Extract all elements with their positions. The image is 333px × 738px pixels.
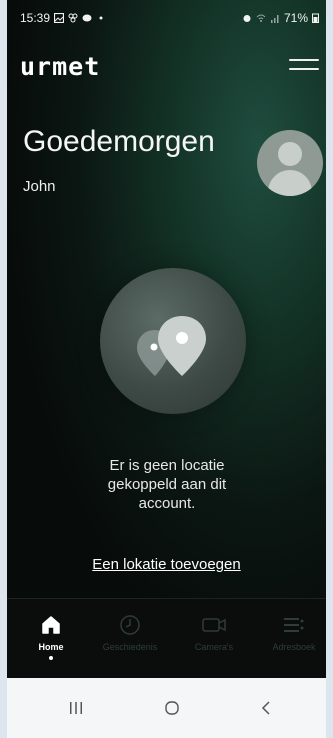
app-screen: 15:39 71% urmet Goedemorgen John Er is g…: [0, 0, 333, 738]
nav-cameras-label: Camera's: [194, 642, 234, 652]
bottom-navigation: Home Geschiedenis Camera's Adresboek: [0, 598, 333, 679]
back-button[interactable]: [246, 696, 286, 720]
location-illustration: [100, 268, 246, 414]
nav-history-label: Geschiedenis: [102, 642, 158, 652]
greeting-title: Goedemorgen: [23, 125, 215, 158]
chat-notification-icon: [82, 14, 92, 22]
recent-apps-button[interactable]: [56, 696, 96, 720]
more-notifications-icon: [99, 16, 103, 20]
top-bar: urmet: [20, 52, 319, 81]
device-frame-left: [0, 0, 7, 738]
address-book-icon: [284, 618, 304, 632]
add-location-link[interactable]: Een lokatie toevoegen: [0, 556, 333, 573]
nav-address-book[interactable]: Adresboek: [254, 614, 333, 652]
battery-level: 71%: [283, 11, 308, 25]
home-circle-icon: [165, 701, 179, 715]
avatar-head-icon: [278, 142, 302, 166]
user-name: John: [23, 178, 56, 195]
home-icon: [42, 616, 60, 634]
menu-line-icon: [289, 68, 319, 70]
nav-address-book-label: Adresboek: [272, 642, 316, 652]
menu-line-icon: [289, 59, 319, 61]
battery-icon: [312, 13, 319, 23]
status-time: 15:39: [20, 11, 51, 25]
location-pins-icon: [137, 316, 206, 376]
recent-apps-icon: [70, 702, 82, 714]
app-notification-icon: [68, 13, 78, 23]
wifi-icon: [256, 14, 266, 22]
urmet-logo: urmet: [20, 52, 101, 81]
empty-state-message: Er is geen locatie gekoppeld aan dit acc…: [60, 456, 274, 513]
device-frame-right: [326, 0, 333, 738]
empty-message-line: gekoppeld aan dit: [107, 476, 227, 493]
camera-icon: [202, 618, 226, 632]
clock-icon: [120, 615, 140, 635]
nav-history[interactable]: Geschiedenis: [90, 614, 170, 652]
hamburger-menu-button[interactable]: [289, 59, 319, 73]
empty-message-line: Er is geen locatie: [109, 457, 225, 474]
nav-home[interactable]: Home: [11, 614, 91, 660]
active-indicator: [49, 656, 53, 660]
status-bar: 15:39 71%: [20, 10, 319, 26]
nav-cameras[interactable]: Camera's: [174, 614, 254, 652]
signal-icon: [270, 15, 279, 23]
alarm-icon: [243, 15, 251, 22]
avatar-body-icon: [268, 170, 312, 196]
avatar-button[interactable]: [257, 130, 323, 196]
empty-message-line: account.: [138, 495, 196, 512]
nav-home-label: Home: [38, 642, 64, 652]
gallery-icon: [54, 13, 65, 23]
home-system-button[interactable]: [152, 696, 192, 720]
system-navigation-bar: [0, 678, 333, 738]
back-chevron-icon: [261, 701, 270, 715]
